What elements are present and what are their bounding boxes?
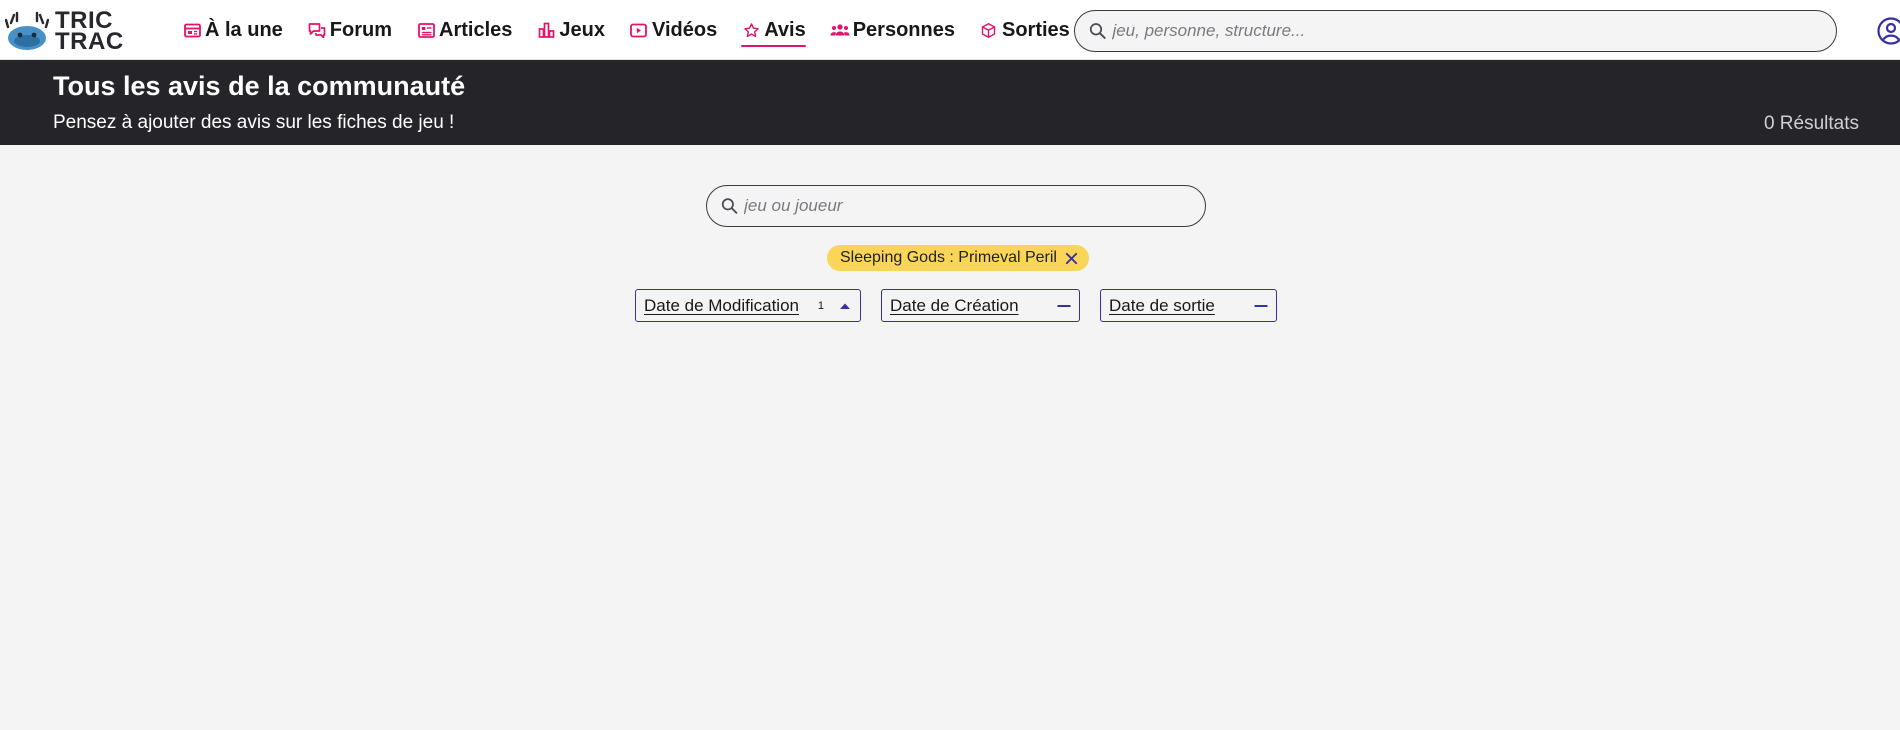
nav-label: Vidéos bbox=[651, 18, 718, 41]
nav-item-videos[interactable]: Vidéos bbox=[617, 0, 729, 60]
logo-mascot-icon bbox=[5, 11, 49, 50]
nav-item-personnes[interactable]: Personnes bbox=[818, 0, 967, 60]
sort-date-creation-button[interactable]: Date de Création bbox=[881, 289, 1080, 322]
nav-label: Personnes bbox=[852, 18, 955, 41]
sort-ascending-icon bbox=[838, 299, 852, 313]
nav-label: À la une bbox=[205, 18, 283, 41]
active-filter-tag: Sleeping Gods : Primeval Peril bbox=[827, 245, 1089, 271]
filter-tag-label: Sleeping Gods : Primeval Peril bbox=[840, 249, 1057, 266]
nav-label: Forum bbox=[329, 18, 393, 41]
nav-item-jeux[interactable]: Jeux bbox=[524, 0, 617, 60]
star-icon bbox=[741, 20, 761, 40]
results-count: 0 Résultats bbox=[1763, 113, 1859, 134]
page-title: Tous les avis de la communauté bbox=[53, 71, 466, 101]
sort-label: Date de Modification bbox=[644, 295, 799, 315]
top-navigation: TRIC TRAC À la une Forum Articles Jeux V… bbox=[0, 0, 1900, 60]
nav-item-a-la-une[interactable]: À la une bbox=[170, 0, 295, 60]
sort-label: Date de Création bbox=[890, 295, 1019, 315]
nav-label: Articles bbox=[439, 18, 513, 41]
logo-line-2: TRAC bbox=[55, 28, 124, 55]
newspaper-icon bbox=[182, 20, 202, 40]
nav-item-avis[interactable]: Avis bbox=[729, 0, 818, 60]
tric-trac-logo[interactable]: TRIC TRAC bbox=[5, 8, 125, 54]
search-icon bbox=[721, 198, 738, 214]
nav-item-forum[interactable]: Forum bbox=[295, 0, 404, 60]
nav-label: Sorties bbox=[1001, 18, 1070, 41]
sort-none-icon bbox=[1254, 299, 1268, 313]
user-account-icon[interactable] bbox=[1876, 16, 1900, 46]
play-icon bbox=[629, 20, 649, 40]
sort-label: Date de sortie bbox=[1109, 295, 1215, 315]
sort-date-sortie-button[interactable]: Date de sortie bbox=[1100, 289, 1277, 322]
article-icon bbox=[416, 20, 436, 40]
nav-item-articles[interactable]: Articles bbox=[404, 0, 524, 60]
nav-item-sorties[interactable]: Sorties bbox=[967, 0, 1082, 60]
nav-label: Avis bbox=[764, 18, 806, 41]
reviews-search-input[interactable] bbox=[744, 196, 1205, 216]
sort-none-icon bbox=[1057, 299, 1071, 313]
box-icon bbox=[979, 20, 999, 40]
sort-date-modification-button[interactable]: Date de Modification 1 bbox=[635, 289, 861, 322]
sort-order-number: 1 bbox=[817, 299, 824, 312]
main-menu: À la une Forum Articles Jeux Vidéos Avis… bbox=[170, 0, 1082, 60]
nav-label: Jeux bbox=[559, 18, 605, 41]
close-icon[interactable] bbox=[1064, 251, 1079, 266]
people-icon bbox=[830, 20, 850, 40]
global-search-input[interactable] bbox=[1112, 21, 1836, 41]
logo-text: TRIC TRAC bbox=[55, 9, 124, 55]
page-header-banner: Tous les avis de la communauté Pensez à … bbox=[0, 60, 1900, 145]
page-subtitle: Pensez à ajouter des avis sur les fiches… bbox=[53, 112, 455, 133]
search-icon bbox=[1089, 23, 1106, 39]
chat-bubbles-icon bbox=[307, 20, 327, 40]
reviews-search-bar[interactable] bbox=[706, 185, 1206, 227]
chart-blocks-icon bbox=[536, 20, 556, 40]
global-search-bar[interactable] bbox=[1074, 10, 1837, 52]
